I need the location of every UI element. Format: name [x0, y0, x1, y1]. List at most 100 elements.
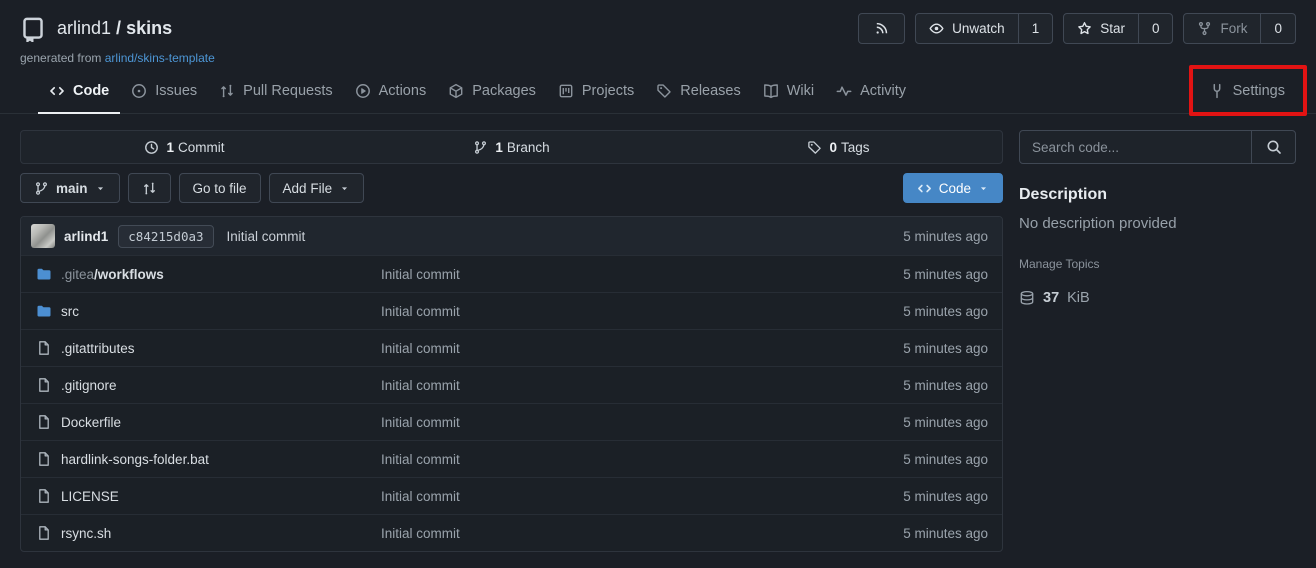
- file-commit-message[interactable]: Initial commit: [381, 452, 903, 467]
- code-download-label: Code: [939, 181, 971, 196]
- table-row[interactable]: .gitea/workflows Initial commit 5 minute…: [21, 255, 1002, 292]
- fork-count[interactable]: 0: [1260, 14, 1295, 43]
- file-name-link[interactable]: Dockerfile: [61, 415, 121, 430]
- goto-file-label: Go to file: [193, 181, 247, 196]
- repo-size-value: 37: [1043, 290, 1059, 306]
- commits-stat[interactable]: 1 Commit: [21, 131, 348, 163]
- branch-icon: [34, 181, 49, 196]
- fork-label: Fork: [1220, 21, 1247, 36]
- file-name-link[interactable]: .gitattributes: [61, 341, 135, 356]
- rss-button[interactable]: [859, 14, 904, 43]
- fork-button[interactable]: Fork: [1184, 14, 1260, 43]
- tab-settings-label: Settings: [1233, 83, 1285, 99]
- commit-author[interactable]: arlind1: [64, 229, 108, 244]
- tags-stat[interactable]: 0 Tags: [675, 131, 1002, 163]
- table-row[interactable]: .gitattributes Initial commit 5 minutes …: [21, 329, 1002, 366]
- database-icon: [1019, 290, 1035, 306]
- compare-button[interactable]: [128, 173, 171, 203]
- star-button[interactable]: Star: [1064, 14, 1138, 43]
- unwatch-button[interactable]: Unwatch: [916, 14, 1018, 43]
- code-icon: [917, 181, 932, 196]
- star-icon: [1077, 21, 1092, 36]
- tab-activity[interactable]: Activity: [825, 75, 917, 114]
- file-commit-message[interactable]: Initial commit: [381, 489, 903, 504]
- file-icon: [36, 377, 52, 393]
- chevron-down-icon: [339, 183, 350, 194]
- tab-issues[interactable]: Issues: [120, 75, 208, 114]
- star-button-group: Star 0: [1063, 13, 1173, 44]
- repo-toolbar: main Go to file Add File Code: [20, 173, 1003, 203]
- file-commit-time: 5 minutes ago: [903, 341, 992, 356]
- tab-code[interactable]: Code: [38, 75, 120, 114]
- branches-stat[interactable]: 1 Branch: [348, 131, 675, 163]
- file-icon: [36, 340, 52, 356]
- file-commit-message[interactable]: Initial commit: [381, 378, 903, 393]
- table-row[interactable]: .gitignore Initial commit 5 minutes ago: [21, 366, 1002, 403]
- manage-topics-link[interactable]: Manage Topics: [1019, 257, 1100, 271]
- generated-from-label: generated from: [20, 51, 101, 65]
- content-area: 1 Commit 1 Branch 0 Tags main: [0, 114, 1316, 552]
- file-commit-message[interactable]: Initial commit: [381, 415, 903, 430]
- star-count[interactable]: 0: [1138, 14, 1173, 43]
- repo-stats-bar: 1 Commit 1 Branch 0 Tags: [20, 130, 1003, 164]
- tab-actions[interactable]: Actions: [344, 75, 438, 114]
- issue-icon: [131, 83, 147, 99]
- repo-title-separator: /: [116, 18, 121, 39]
- branch-icon: [473, 140, 491, 155]
- pull-request-icon: [219, 83, 235, 99]
- repo-owner-link[interactable]: arlind1: [57, 18, 111, 39]
- tab-wiki[interactable]: Wiki: [752, 75, 825, 114]
- file-name-link[interactable]: hardlink-songs-folder.bat: [61, 452, 209, 467]
- actions-icon: [355, 83, 371, 99]
- file-icon: [36, 414, 52, 430]
- commit-sha-chip[interactable]: c84215d0a3: [118, 225, 213, 248]
- file-commit-message[interactable]: Initial commit: [381, 267, 903, 282]
- file-commit-message[interactable]: Initial commit: [381, 304, 903, 319]
- tab-wiki-label: Wiki: [787, 83, 814, 99]
- tab-releases[interactable]: Releases: [645, 75, 751, 114]
- file-icon: [36, 488, 52, 504]
- file-name-link[interactable]: .gitignore: [61, 378, 117, 393]
- commit-time: 5 minutes ago: [903, 229, 992, 244]
- file-name-link[interactable]: src: [61, 304, 79, 319]
- file-commit-message[interactable]: Initial commit: [381, 526, 903, 541]
- rss-button-group: [858, 13, 905, 44]
- tab-pull-requests[interactable]: Pull Requests: [208, 75, 343, 114]
- history-icon: [144, 140, 162, 155]
- fork-icon: [1197, 21, 1212, 36]
- tab-packages[interactable]: Packages: [437, 75, 547, 114]
- file-commit-time: 5 minutes ago: [903, 378, 992, 393]
- repo-tab-bar: Code Issues Pull Requests Actions Packag…: [0, 75, 1316, 114]
- watch-count[interactable]: 1: [1018, 14, 1053, 43]
- description-text: No description provided: [1019, 215, 1296, 232]
- commit-message-link[interactable]: Initial commit: [227, 229, 306, 244]
- table-row[interactable]: Dockerfile Initial commit 5 minutes ago: [21, 403, 1002, 440]
- file-name-link[interactable]: LICENSE: [61, 489, 119, 504]
- table-row[interactable]: rsync.sh Initial commit 5 minutes ago: [21, 514, 1002, 551]
- table-row[interactable]: LICENSE Initial commit 5 minutes ago: [21, 477, 1002, 514]
- tab-settings[interactable]: Settings: [1198, 75, 1296, 114]
- search-input[interactable]: [1020, 131, 1251, 163]
- rss-icon: [874, 21, 889, 36]
- add-file-label: Add File: [283, 181, 333, 196]
- repo-icon: [20, 16, 46, 42]
- table-row[interactable]: src Initial commit 5 minutes ago: [21, 292, 1002, 329]
- code-download-button[interactable]: Code: [903, 173, 1003, 203]
- template-repo-link[interactable]: arlind/skins-template: [105, 51, 215, 65]
- repo-name-link[interactable]: skins: [126, 18, 172, 39]
- file-name-link[interactable]: .gitea/workflows: [61, 267, 164, 282]
- file-name: /workflows: [94, 267, 164, 282]
- file-name-link[interactable]: rsync.sh: [61, 526, 111, 541]
- table-row[interactable]: hardlink-songs-folder.bat Initial commit…: [21, 440, 1002, 477]
- avatar[interactable]: [31, 224, 55, 248]
- file-commit-message[interactable]: Initial commit: [381, 341, 903, 356]
- file-icon: [36, 451, 52, 467]
- add-file-button[interactable]: Add File: [269, 173, 365, 203]
- search-icon: [1266, 139, 1282, 155]
- tab-projects[interactable]: Projects: [547, 75, 645, 114]
- tab-code-label: Code: [73, 83, 109, 99]
- branch-selector-button[interactable]: main: [20, 173, 120, 203]
- latest-commit-row: arlind1 c84215d0a3 Initial commit 5 minu…: [21, 217, 1002, 255]
- goto-file-button[interactable]: Go to file: [179, 173, 261, 203]
- search-submit-button[interactable]: [1251, 131, 1295, 163]
